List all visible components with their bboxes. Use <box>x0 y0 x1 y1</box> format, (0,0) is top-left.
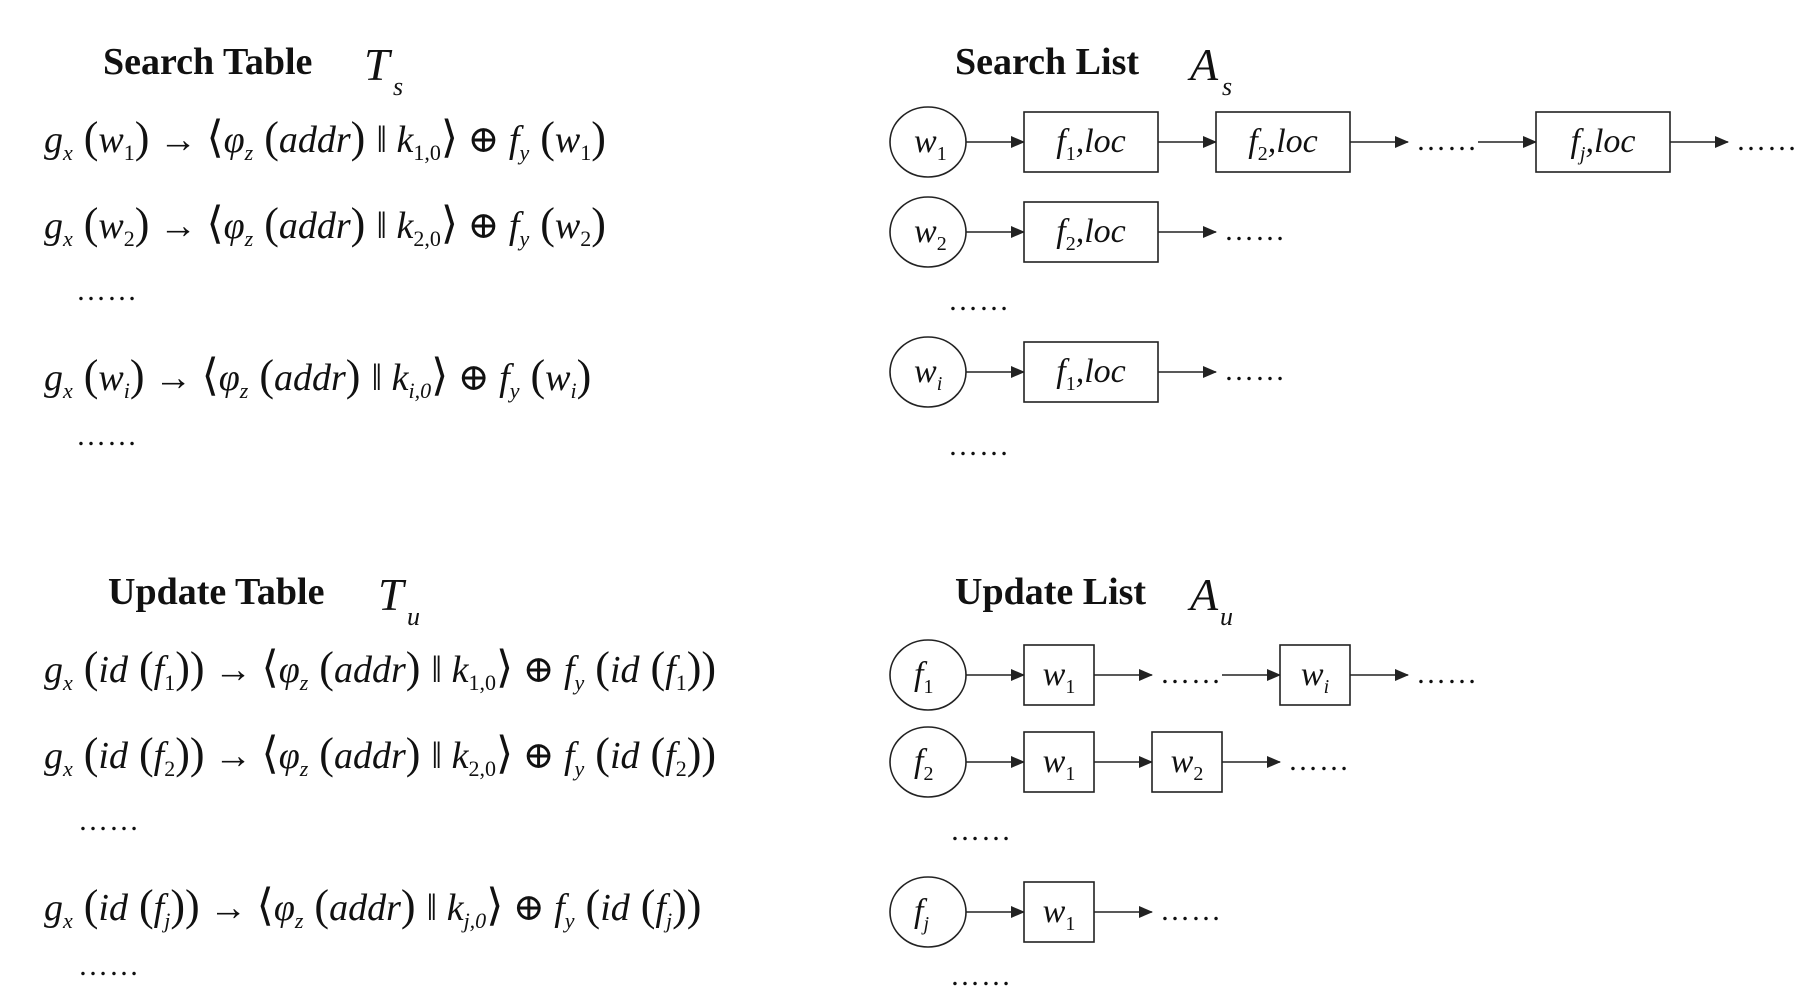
list-node: w1 <box>1023 881 1095 943</box>
svg-text:Search Table: Search Table <box>103 41 312 83</box>
table-ellipsis: …… <box>76 419 138 452</box>
update-list-symbol: A <box>1187 569 1219 620</box>
list-row: w2 f2,loc …… <box>889 196 1286 268</box>
table-entry-0: gx (id (f1)) → ⟨φz (addr) ‖ k1,0⟩ ⊕ fy (… <box>44 643 716 695</box>
search-table-title: Search Table <box>103 41 312 83</box>
list-dots: …… <box>1224 354 1286 387</box>
list-node: fj,loc <box>1535 111 1671 173</box>
table-entry-1: gx (id (f2)) → ⟨φz (addr) ‖ k2,0⟩ ⊕ fy (… <box>44 729 716 781</box>
table-entry-1: gx (w2) → ⟨φz (addr) ‖ k2,0⟩ ⊕ fy (w2) <box>44 199 606 251</box>
table-ellipsis: …… <box>78 804 140 837</box>
list-node: f2,loc <box>1215 111 1351 173</box>
svg-text:T: T <box>378 569 407 620</box>
list-dots: …… <box>1160 657 1222 690</box>
list-dots: …… <box>1416 124 1478 157</box>
search-list-heading: Search List A s <box>955 39 1232 101</box>
svg-text:A: A <box>1187 39 1219 90</box>
list-head-node: w1 <box>889 106 967 178</box>
search-list-title: Search List <box>955 41 1139 83</box>
update-list-symbol-sub: u <box>1220 602 1233 631</box>
list-dots: …… <box>1288 744 1350 777</box>
list-node: wi <box>1279 644 1351 706</box>
update-list-chains: f1 w1 …… wi …… f2 w1 w2 …… …… fj w1 …… …… <box>889 639 1478 992</box>
table-entry-3: gx (id (fj)) → ⟨φz (addr) ‖ kj,0⟩ ⊕ fy (… <box>44 881 701 933</box>
update-table-symbol-sub: u <box>407 602 420 631</box>
update-list-heading: Update List A u <box>955 569 1233 631</box>
list-head-node: f1 <box>889 639 967 711</box>
list-head-node: w2 <box>889 196 967 268</box>
table-ellipsis: …… <box>78 949 140 982</box>
list-node: w1 <box>1023 644 1095 706</box>
list-ellipsis: …… <box>950 959 1012 992</box>
list-head-node: wi <box>889 336 967 408</box>
list-node: w2 <box>1151 731 1223 793</box>
list-row: wi f1,loc …… <box>889 336 1286 408</box>
update-table-title: Update Table <box>108 571 324 613</box>
svg-text:s: s <box>393 72 403 101</box>
list-node: f2,loc <box>1023 201 1159 263</box>
svg-text:s: s <box>1222 72 1232 101</box>
list-dots: …… <box>1224 214 1286 247</box>
search-list-symbol-sub: s <box>1222 72 1232 101</box>
list-ellipsis: …… <box>948 284 1010 317</box>
svg-text:u: u <box>407 602 420 631</box>
svg-text:Search List: Search List <box>955 41 1139 83</box>
search-table-symbol: T <box>364 39 393 90</box>
list-dots: …… <box>1416 657 1478 690</box>
search-list-symbol: A <box>1187 39 1219 90</box>
list-node: f1,loc <box>1023 341 1159 403</box>
list-row: fj w1 …… <box>889 876 1222 948</box>
list-row: w1 f1,loc f2,loc …… fj,loc …… <box>889 106 1798 178</box>
update-table-entries: gx (id (f1)) → ⟨φz (addr) ‖ k1,0⟩ ⊕ fy (… <box>44 643 716 982</box>
table-ellipsis: …… <box>76 274 138 307</box>
search-table-heading: Search Table T s <box>103 39 403 101</box>
svg-text:Update List: Update List <box>955 571 1146 613</box>
table-entry-0: gx (w1) → ⟨φz (addr) ‖ k1,0⟩ ⊕ fy (w1) <box>44 113 606 165</box>
svg-text:Update Table: Update Table <box>108 571 324 613</box>
list-head-node: fj <box>889 876 967 948</box>
svg-text:A: A <box>1187 569 1219 620</box>
search-list-chains: w1 f1,loc f2,loc …… fj,loc …… w2 f2,loc …… …… wi f1… <box>889 106 1798 462</box>
list-row: f1 w1 …… wi …… <box>889 639 1478 711</box>
search-table-symbol-sub: s <box>393 72 403 101</box>
list-ellipsis: …… <box>948 429 1010 462</box>
list-dots: …… <box>1160 894 1222 927</box>
svg-text:T: T <box>364 39 393 90</box>
update-table-symbol: T <box>378 569 407 620</box>
list-node: w1 <box>1023 731 1095 793</box>
list-ellipsis: …… <box>950 814 1012 847</box>
search-table-entries: gx (w1) → ⟨φz (addr) ‖ k1,0⟩ ⊕ fy (w1) gx… <box>44 113 606 452</box>
index-structure-diagram: Search Table T s Search List A s Update … <box>44 39 1798 992</box>
svg-text:u: u <box>1220 602 1233 631</box>
list-node: f1,loc <box>1023 111 1159 173</box>
table-entry-3: gx (wi) → ⟨φz (addr) ‖ ki,0⟩ ⊕ fy (wi) <box>44 351 591 403</box>
list-head-node: f2 <box>889 726 967 798</box>
list-dots: …… <box>1736 124 1798 157</box>
list-row: f2 w1 w2 …… <box>889 726 1350 798</box>
update-list-title: Update List <box>955 571 1146 613</box>
update-table-heading: Update Table T u <box>108 569 420 631</box>
